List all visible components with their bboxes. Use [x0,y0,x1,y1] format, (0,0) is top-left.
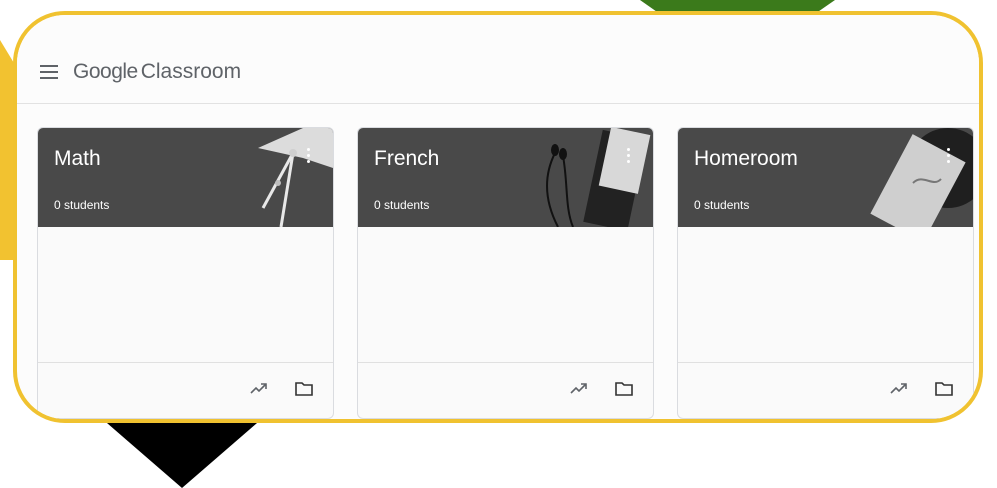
folder-icon[interactable] [614,381,634,397]
folder-icon[interactable] [294,381,314,397]
brand-classroom: Classroom [140,60,242,83]
class-card-header[interactable]: Homeroom 0 students [678,128,973,227]
student-count: 0 students [374,198,430,212]
student-count: 0 students [54,198,110,212]
classroom-window: Google Classroom Math 0 students French … [13,11,983,423]
more-vert-icon[interactable] [947,148,951,166]
trending-up-icon[interactable] [250,381,268,395]
globe-map-illustration [870,128,973,227]
folder-icon[interactable] [934,381,954,397]
class-card-french[interactable]: French 0 students [357,127,654,419]
hamburger-menu-icon[interactable] [40,65,58,79]
student-count: 0 students [694,198,750,212]
trending-up-icon[interactable] [890,381,908,395]
class-card-header[interactable]: French 0 students [358,128,653,227]
class-card-header[interactable]: Math 0 students [38,128,333,227]
class-card-footer [38,362,333,418]
trending-up-icon[interactable] [570,381,588,395]
class-card-math[interactable]: Math 0 students [37,127,334,419]
class-card-footer [358,362,653,418]
more-vert-icon[interactable] [627,148,631,166]
brand-google: Google [73,60,138,83]
top-app-bar: Google Classroom [17,15,979,104]
class-title[interactable]: Homeroom [694,147,798,171]
class-card-homeroom[interactable]: Homeroom 0 students [677,127,974,419]
class-card-footer [678,362,973,418]
class-title[interactable]: Math [54,147,101,171]
more-vert-icon[interactable] [307,148,311,166]
class-title[interactable]: French [374,147,439,171]
book-headphones-illustration [546,128,651,227]
app-logo[interactable]: Google Classroom [73,60,241,84]
geometry-tools-illustration [258,128,333,227]
